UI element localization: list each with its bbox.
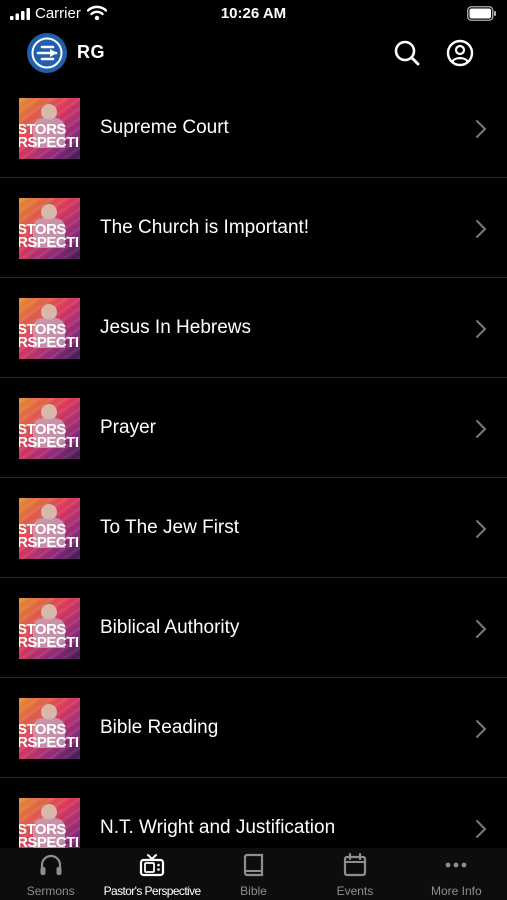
clock: 10:26 AM [220,5,287,22]
calendar-icon [343,852,367,877]
episode-thumbnail: STORS RSPECTI [19,198,80,259]
episode-thumbnail: STORS RSPECTI [19,398,80,459]
headphones-icon [40,854,62,875]
brand-name: RG [77,42,105,62]
tab-sermons[interactable]: Sermons [0,848,101,900]
episode-thumbnail: STORS RSPECTI [19,698,80,759]
episode-thumbnail: STORS RSPECTI [19,98,80,159]
chevron-right-icon [476,320,487,338]
chevron-right-icon [476,220,487,238]
chevron-right-icon [476,520,487,538]
episode-thumbnail: STORS RSPECTI [19,298,80,359]
tab-label: Events [336,884,374,898]
book-icon [243,853,263,877]
tab-bar: Sermons Pastor's Perspective Bible Event… [0,848,507,900]
tab-more-info[interactable]: More Info [406,848,507,900]
list-item[interactable]: STORS RSPECTI N.T. Wright and Justificati… [0,778,507,848]
tab-label: Pastor's Perspective [103,884,202,898]
episode-title: Jesus In Hebrews [100,317,252,338]
episode-title: Biblical Authority [100,617,240,638]
list-item[interactable]: STORS RSPECTI Prayer [0,378,507,478]
episode-title: Prayer [100,417,156,438]
episode-thumbnail: STORS RSPECTI [19,498,80,559]
app-header: RG [0,28,507,78]
tab-bible[interactable]: Bible [203,848,304,900]
tab-label: More Info [430,884,482,898]
search-icon[interactable] [392,38,422,68]
church-logo[interactable] [27,33,67,73]
account-icon[interactable] [445,38,475,68]
episode-title: To The Jew First [100,517,240,538]
chevron-right-icon [476,620,487,638]
tab-pastors-perspective[interactable]: Pastor's Perspective [101,848,202,900]
episode-thumbnail: STORS RSPECTI [19,598,80,659]
chevron-right-icon [476,420,487,438]
list-item[interactable]: STORS RSPECTI Jesus In Hebrews [0,278,507,378]
list-item[interactable]: STORS RSPECTI To The Jew First [0,478,507,578]
episode-thumbnail: STORS RSPECTI [19,798,80,848]
chevron-right-icon [476,820,487,838]
chevron-right-icon [476,120,487,138]
tab-events[interactable]: Events [304,848,405,900]
tv-icon [140,854,165,877]
battery-icon [467,6,496,21]
more-icon [445,862,467,868]
episode-title: Bible Reading [100,717,219,738]
list-item[interactable]: STORS RSPECTI Bible Reading [0,678,507,778]
tab-label: Bible [240,884,267,898]
episode-title: N.T. Wright and Justification [100,817,336,838]
episode-list[interactable]: STORS RSPECTI Supreme Court STORS RSPECTI … [0,78,507,848]
list-item[interactable]: STORS RSPECTI The Church is Important! [0,178,507,278]
episode-title: The Church is Important! [100,217,310,238]
chevron-right-icon [476,720,487,738]
episode-title: Supreme Court [100,117,229,138]
status-bar: Carrier 10:26 AM [0,0,507,28]
list-item[interactable]: STORS RSPECTI Supreme Court [0,78,507,178]
list-item[interactable]: STORS RSPECTI Biblical Authority [0,578,507,678]
tab-label: Sermons [26,884,75,898]
